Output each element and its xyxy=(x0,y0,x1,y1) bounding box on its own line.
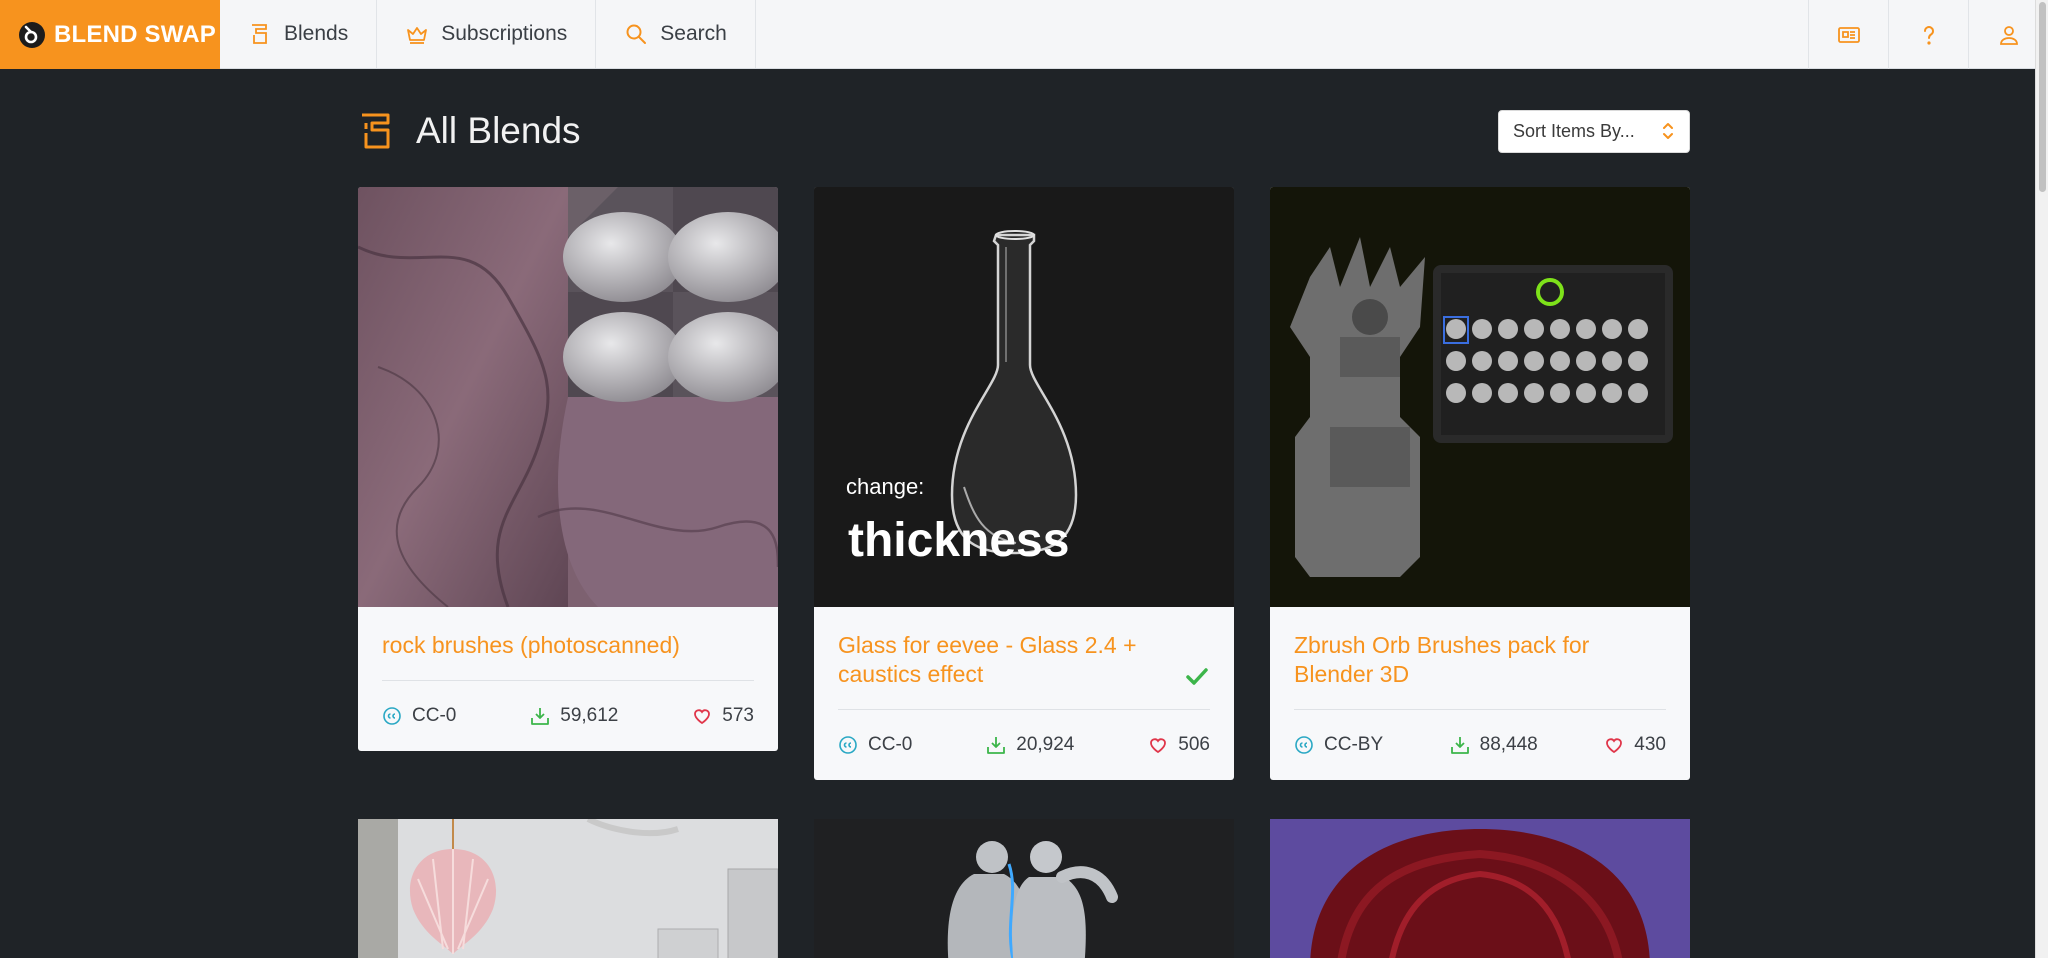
help-button[interactable] xyxy=(1888,0,1968,69)
news-button[interactable] xyxy=(1808,0,1888,69)
blend-card[interactable]: rock brushes (photoscanned) CC-0 59,612 … xyxy=(358,187,778,751)
news-icon xyxy=(1837,26,1860,43)
downloads-stat: 20,924 xyxy=(986,734,1074,756)
zbrush-orb-thumbnail-image xyxy=(1270,187,1690,607)
likes-stat[interactable]: 430 xyxy=(1604,734,1666,756)
creative-commons-icon xyxy=(839,736,857,754)
blend-card[interactable]: change: thickness Glass for eevee - Glas… xyxy=(814,187,1234,780)
help-icon xyxy=(1923,25,1934,45)
blend-card-thumbnail[interactable] xyxy=(814,819,1234,958)
sort-select-value: Sort Items By... xyxy=(1513,120,1635,141)
card-thumbnail[interactable]: change: thickness xyxy=(814,187,1234,607)
blend-card-thumbnail[interactable] xyxy=(1270,819,1690,958)
thumbnail-caption-small: change: xyxy=(846,474,925,499)
creative-commons-icon xyxy=(1295,736,1313,754)
heart-icon xyxy=(694,709,711,725)
heart-icon xyxy=(1150,738,1167,754)
card-title-text: Glass for eevee - Glass 2.4 + caustics e… xyxy=(838,632,1137,687)
license-label: CC-BY xyxy=(1324,734,1384,755)
likes-count: 506 xyxy=(1178,734,1210,755)
nav-item-blends[interactable]: Blends xyxy=(220,0,378,68)
nav-item-label: Subscriptions xyxy=(441,22,568,45)
nav-item-label: Blends xyxy=(284,22,349,45)
top-navbar: BLEND SWAP Blends Subscriptions Search xyxy=(0,0,2048,69)
creative-commons-icon xyxy=(383,707,401,725)
page-header: All Blends Sort Items By... xyxy=(358,108,1690,154)
verified-check-icon xyxy=(1186,668,1208,685)
card-stats: CC-0 59,612 573 xyxy=(382,681,754,751)
heart-icon xyxy=(1606,738,1623,754)
nav-item-search[interactable]: Search xyxy=(596,0,756,68)
blends-icon xyxy=(252,24,267,44)
downloads-count: 20,924 xyxy=(1016,734,1075,755)
pendant-lamp-thumbnail-image xyxy=(358,819,778,958)
page-title: All Blends xyxy=(416,110,581,151)
downloads-count: 59,612 xyxy=(560,705,619,726)
crown-icon xyxy=(407,27,428,44)
thumbnail-caption-big: thickness xyxy=(848,514,1070,567)
user-icon xyxy=(1999,25,2018,45)
download-icon xyxy=(531,708,550,725)
blend-card-thumbnail[interactable] xyxy=(358,819,778,958)
downloads-count: 88,448 xyxy=(1479,734,1538,755)
license-stat: CC-0 xyxy=(838,734,912,756)
blendswap-logo-icon xyxy=(19,21,45,48)
nav-right-group xyxy=(1808,0,2048,69)
card-title[interactable]: Glass for eevee - Glass 2.4 + caustics e… xyxy=(838,631,1210,689)
blend-card[interactable]: Zbrush Orb Brushes pack for Blender 3D C… xyxy=(1270,187,1690,780)
sort-select[interactable]: Sort Items By... xyxy=(1498,109,1690,153)
rock-brushes-thumbnail-image xyxy=(358,187,778,607)
likes-count: 430 xyxy=(1634,734,1666,755)
license-label: CC-0 xyxy=(868,734,913,755)
search-icon xyxy=(626,24,647,44)
red-hair-thumbnail-image xyxy=(1270,819,1690,958)
download-icon xyxy=(987,737,1006,754)
card-title[interactable]: rock brushes (photoscanned) xyxy=(382,631,754,660)
sort-arrows-icon xyxy=(1663,123,1673,139)
downloads-stat: 88,448 xyxy=(1450,734,1538,756)
downloads-stat: 59,612 xyxy=(530,705,618,727)
brand-name: BLEND SWAP xyxy=(54,20,217,48)
scrollbar-thumb[interactable] xyxy=(2039,2,2046,192)
nav-item-subscriptions[interactable]: Subscriptions xyxy=(377,0,597,68)
license-stat: CC-0 xyxy=(382,705,456,727)
blends-icon xyxy=(362,113,390,149)
likes-stat[interactable]: 506 xyxy=(1148,734,1210,756)
license-label: CC-0 xyxy=(412,705,457,726)
card-stats: CC-0 20,924 506 xyxy=(838,710,1210,780)
card-thumbnail[interactable] xyxy=(1270,187,1690,607)
card-stats: CC-BY 88,448 430 xyxy=(1294,710,1666,780)
character-bases-thumbnail-image xyxy=(814,819,1234,958)
download-icon xyxy=(1450,737,1469,754)
likes-count: 573 xyxy=(722,705,754,726)
brand-logo-link[interactable]: BLEND SWAP xyxy=(0,0,220,69)
card-thumbnail[interactable] xyxy=(358,187,778,607)
card-title[interactable]: Zbrush Orb Brushes pack for Blender 3D xyxy=(1294,631,1666,689)
nav-item-label: Search xyxy=(660,22,727,45)
license-stat: CC-BY xyxy=(1294,734,1383,756)
page-scrollbar[interactable] xyxy=(2035,0,2048,958)
likes-stat[interactable]: 573 xyxy=(692,705,754,727)
